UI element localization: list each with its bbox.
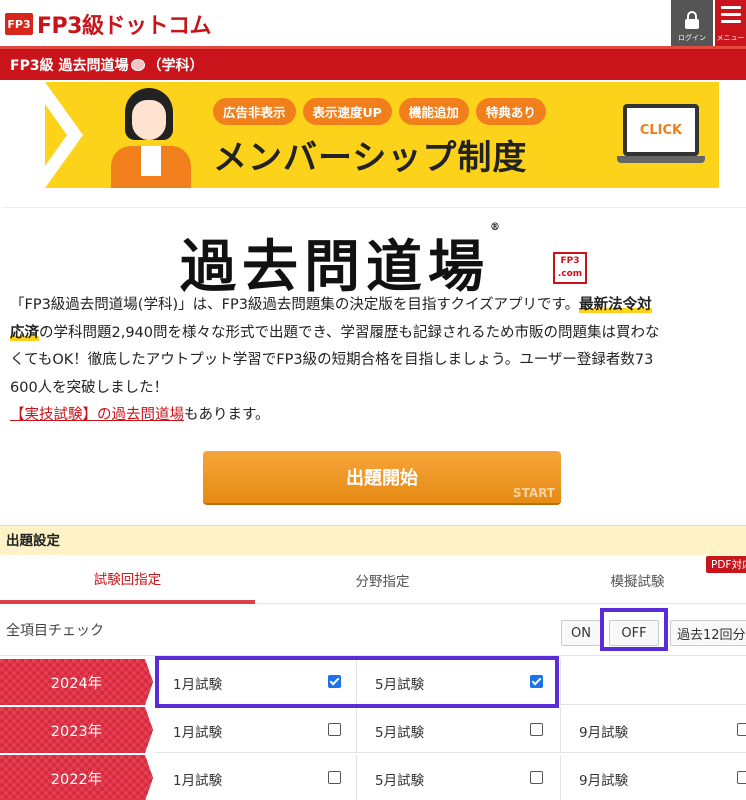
exam-cell[interactable]: 5月試験 — [357, 755, 561, 800]
exam-label: 5月試験 — [375, 725, 425, 741]
jitsugi-link[interactable]: 【実技試験】の過去問道場 — [10, 407, 184, 423]
year-label: 2023年 — [0, 707, 153, 753]
page-title: FP3級 過去問道場 — [10, 57, 129, 74]
start-button-label: 出題開始 — [346, 468, 418, 489]
menu-label: メニュー — [716, 34, 745, 42]
exam-cell[interactable]: 5月試験 — [357, 707, 561, 753]
exam-cell[interactable]: 1月試験 — [155, 755, 357, 800]
site-logo[interactable]: FP3 FP3級ドットコム — [5, 8, 211, 40]
hamburger-icon — [720, 6, 741, 27]
site-header: FP3 FP3級ドットコム ログイン メニュー — [0, 0, 746, 46]
start-quiz-button[interactable]: 出題開始 START — [203, 451, 561, 503]
exam-cell[interactable]: 1月試験 — [155, 707, 357, 753]
lock-icon — [685, 11, 699, 29]
logo-badge: FP3 — [5, 13, 33, 35]
year-label: 2022年 — [0, 755, 153, 800]
settings-heading: 出題設定 — [0, 525, 746, 555]
exam-cell[interactable]: 9月試験 — [561, 707, 746, 753]
exam-cell[interactable]: 1月試験 — [155, 659, 357, 705]
intro-line3: くてもOK！徹底したアウトプット学習でFP3級の短期合格を目指しましょう。ユーザ… — [10, 352, 654, 368]
kakomon-dojo-logo-text: 過去問道場 — [180, 234, 490, 300]
tab-exam-session[interactable]: 試験回指定 — [0, 556, 255, 604]
kakomon-dojo-logo: 過去問道場® — [180, 222, 500, 303]
exam-label: 5月試験 — [375, 677, 425, 693]
intro-line1: 「FP3級過去問道場(学科)」は、FP3級過去問題集の決定版を目指すクイズアプリ… — [10, 297, 580, 313]
exam-cell[interactable]: 9月試験 — [561, 755, 746, 800]
exam-cell[interactable]: 5月試験 — [357, 659, 561, 705]
pig-icon — [131, 58, 146, 71]
exam-checkbox[interactable] — [737, 771, 746, 784]
pdf-badge: PDF対応 — [706, 556, 746, 573]
login-button[interactable]: ログイン — [671, 0, 713, 46]
intro-highlight: 応済 — [10, 324, 39, 341]
year-row: 2024年 1月試験 5月試験 — [0, 659, 746, 705]
exam-cell — [561, 659, 746, 705]
registered-mark: ® — [490, 222, 500, 233]
on-button[interactable]: ON — [561, 620, 601, 646]
banner-pill: 広告非表示 — [213, 98, 296, 125]
chevron-decoration-inner — [45, 104, 67, 166]
exam-checkbox[interactable] — [328, 771, 341, 784]
banner-pill: 表示速度UP — [302, 98, 392, 125]
membership-banner[interactable]: 広告非表示 表示速度UP 機能追加 特典あり メンバーシップ制度 CLICK — [45, 82, 719, 188]
exam-checkbox[interactable] — [737, 723, 746, 736]
off-button[interactable]: OFF — [609, 620, 659, 646]
banner-title: メンバーシップ制度 — [213, 138, 528, 178]
tab-field[interactable]: 分野指定 — [255, 556, 510, 604]
exam-checkbox[interactable] — [328, 675, 341, 688]
intro-line4: 600人を突破しました！ — [10, 379, 169, 396]
intro-line2: の学科問題2,940問を様々な形式で出題でき、学習履歴も記録されるため市販の問題… — [39, 324, 660, 341]
exam-label: 1月試験 — [173, 677, 223, 693]
intro-section: 過去問道場® FP3 .com 「FP3級過去問道場(学科)」は、FP3級過去問… — [2, 207, 746, 429]
exam-label: 1月試験 — [173, 725, 223, 741]
banner-feature-pills: 広告非表示 表示速度UP 機能追加 特典あり — [213, 98, 546, 125]
fp3-stamp-icon: FP3 .com — [553, 252, 587, 284]
laptop-icon: CLICK — [617, 104, 705, 164]
click-label: CLICK — [623, 104, 699, 156]
stamp-line2: .com — [557, 269, 583, 279]
check-all-row: 全項目チェック ON OFF 過去12回分 — [0, 604, 746, 656]
settings-tabs: 試験回指定 分野指定 模擬試験 PDF対応 — [0, 556, 746, 604]
exam-checkbox[interactable] — [530, 723, 543, 736]
year-row: 2022年 1月試験 5月試験 9月試験 — [0, 755, 746, 800]
banner-pill: 特典あり — [475, 98, 546, 125]
login-label: ログイン — [678, 34, 706, 42]
past12-button[interactable]: 過去12回分 — [670, 620, 746, 646]
intro-link-suffix: もあります。 — [184, 407, 270, 423]
menu-button[interactable]: メニュー — [715, 0, 746, 46]
page-title-suffix: （学科） — [147, 57, 204, 74]
logo-text: FP3級ドットコム — [37, 14, 211, 39]
page-title-bar: FP3級 過去問道場 （学科） — [0, 46, 746, 80]
year-label: 2024年 — [0, 659, 153, 705]
exam-checkbox[interactable] — [530, 675, 543, 688]
exam-checkbox[interactable] — [328, 723, 341, 736]
exam-label: 5月試験 — [375, 773, 425, 789]
exam-label: 9月試験 — [579, 773, 629, 789]
intro-highlight: 最新法令対 — [579, 297, 652, 313]
intro-description: 「FP3級過去問道場(学科)」は、FP3級過去問題集の決定版を目指すクイズアプリ… — [10, 292, 746, 430]
exam-label: 1月試験 — [173, 773, 223, 789]
stamp-line1: FP3 — [560, 256, 580, 266]
exam-checkbox[interactable] — [530, 771, 543, 784]
exam-label: 9月試験 — [579, 725, 629, 741]
woman-illustration — [107, 88, 207, 188]
start-button-sublabel: START — [512, 486, 555, 500]
banner-pill: 機能追加 — [398, 98, 469, 125]
check-all-label: 全項目チェック — [6, 623, 104, 639]
year-row: 2023年 1月試験 5月試験 9月試験 — [0, 707, 746, 753]
